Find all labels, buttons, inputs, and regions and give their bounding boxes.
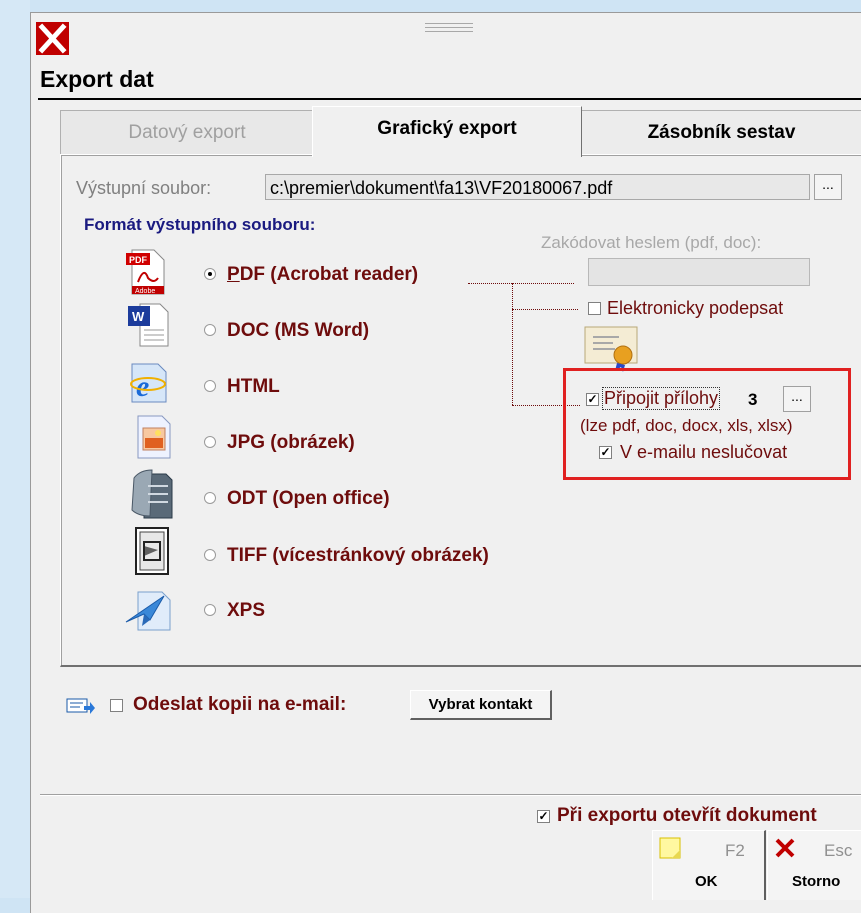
- format-radio-doc[interactable]: [204, 324, 216, 336]
- format-label-xps[interactable]: XPS: [227, 600, 265, 622]
- ok-label: OK: [695, 873, 718, 890]
- format-label-jpg[interactable]: JPG (obrázek): [227, 432, 355, 454]
- format-label-tiff[interactable]: TIFF (vícestránkový obrázek): [227, 545, 489, 567]
- tab-report-queue[interactable]: Zásobník sestav: [580, 110, 861, 155]
- drag-grip-icon[interactable]: [425, 20, 473, 34]
- sign-checkbox[interactable]: [588, 302, 601, 315]
- email-copy-label[interactable]: Odeslat kopii na e-mail:: [133, 694, 346, 716]
- note-icon: [659, 837, 681, 859]
- format-label-doc[interactable]: DOC (MS Word): [227, 320, 369, 342]
- xps-icon: [124, 586, 171, 632]
- tab-data-export[interactable]: Datový export: [60, 110, 314, 155]
- email-copy-checkbox[interactable]: [110, 699, 123, 712]
- output-file-label: Výstupní soubor:: [76, 178, 212, 198]
- format-label-pdf[interactable]: PDF (Acrobat reader): [227, 264, 418, 286]
- cancel-button[interactable]: Esc Storno: [767, 830, 861, 900]
- tab-graphic-export[interactable]: Grafický export: [312, 106, 582, 157]
- no-merge-label[interactable]: V e-mailu neslučovat: [620, 442, 787, 463]
- html-icon: e: [126, 360, 170, 406]
- footer-divider: [40, 794, 861, 796]
- open-after-export-checkbox[interactable]: ✓: [537, 810, 550, 823]
- format-radio-tiff[interactable]: [204, 549, 216, 561]
- attach-label[interactable]: Připojit přílohy: [601, 387, 721, 410]
- format-radio-html[interactable]: [204, 380, 216, 392]
- connector-pdf: [468, 283, 574, 284]
- svg-text:e: e: [136, 370, 149, 403]
- tiff-icon: [132, 526, 176, 575]
- no-merge-checkbox[interactable]: ✓: [599, 446, 612, 459]
- dialog-title: Export dat: [40, 66, 154, 92]
- close-icon[interactable]: [36, 22, 69, 55]
- cancel-shortcut: Esc: [824, 841, 853, 860]
- connector-vertical: [512, 283, 513, 405]
- format-radio-xps[interactable]: [204, 604, 216, 616]
- password-field[interactable]: [588, 258, 810, 286]
- pdf-icon: PDF Adobe: [124, 248, 168, 295]
- attach-checkbox[interactable]: ✓: [586, 393, 599, 406]
- word-icon: W: [126, 302, 170, 348]
- output-file-field[interactable]: c:\premier\dokument\fa13\VF20180067.pdf: [265, 174, 810, 200]
- attach-hint: (lze pdf, doc, docx, xls, xlsx): [580, 416, 793, 435]
- open-after-export-label[interactable]: Při exportu otevřít dokument: [557, 805, 817, 827]
- format-radio-pdf[interactable]: [204, 268, 216, 280]
- title-divider: [38, 98, 861, 100]
- format-label-odt[interactable]: ODT (Open office): [227, 488, 390, 510]
- sign-label[interactable]: Elektronicky podepsat: [607, 298, 783, 319]
- svg-text:Adobe: Adobe: [135, 288, 155, 295]
- format-label-html[interactable]: HTML: [227, 376, 280, 398]
- ok-button[interactable]: F2 OK: [652, 830, 766, 900]
- attach-count: 3: [748, 390, 758, 409]
- choose-contact-button[interactable]: Vybrat kontakt: [410, 690, 552, 720]
- browse-output-button[interactable]: ...: [814, 174, 842, 200]
- odt-icon: [128, 468, 173, 519]
- format-label-pdf-rest: DF (Acrobat reader): [239, 264, 419, 285]
- certificate-icon: [583, 325, 641, 372]
- svg-text:W: W: [132, 309, 145, 324]
- attach-browse-button[interactable]: ...: [783, 386, 811, 412]
- svg-text:PDF: PDF: [129, 255, 148, 265]
- format-radio-odt[interactable]: [204, 492, 216, 504]
- mail-send-icon: [66, 696, 95, 716]
- desktop-background: [0, 0, 30, 898]
- cancel-x-icon: [774, 837, 796, 859]
- ok-shortcut: F2: [725, 841, 745, 860]
- password-label: Zakódovat heslem (pdf, doc):: [541, 233, 762, 252]
- connector-sign: [512, 309, 578, 310]
- pdf-accelerator-letter: P: [227, 264, 240, 285]
- jpg-icon: [134, 414, 178, 460]
- format-radio-jpg[interactable]: [204, 436, 216, 448]
- cancel-label: Storno: [792, 873, 841, 890]
- format-label: Formát výstupního souboru:: [84, 215, 316, 234]
